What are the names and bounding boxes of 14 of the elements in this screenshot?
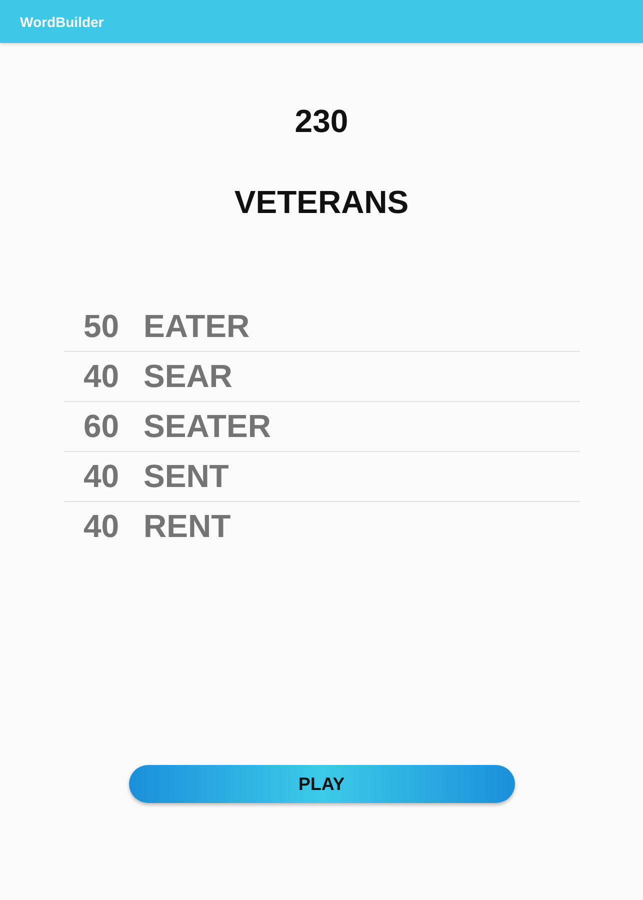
word-points: 40 [84, 508, 120, 545]
score-text: 230 [294, 102, 348, 141]
found-word: EATER [144, 308, 250, 345]
base-word: VETERANS [234, 183, 409, 222]
app-title: WordBuilder [20, 14, 104, 30]
found-word: SEATER [144, 408, 271, 445]
word-points: 50 [84, 308, 120, 345]
word-points: 40 [84, 358, 120, 395]
word-points: 40 [84, 458, 120, 495]
play-button[interactable]: PLAY [128, 765, 514, 803]
found-word: RENT [144, 508, 231, 545]
found-word: SENT [144, 458, 229, 495]
found-word: SEAR [144, 358, 232, 395]
word-points: 60 [84, 408, 120, 445]
